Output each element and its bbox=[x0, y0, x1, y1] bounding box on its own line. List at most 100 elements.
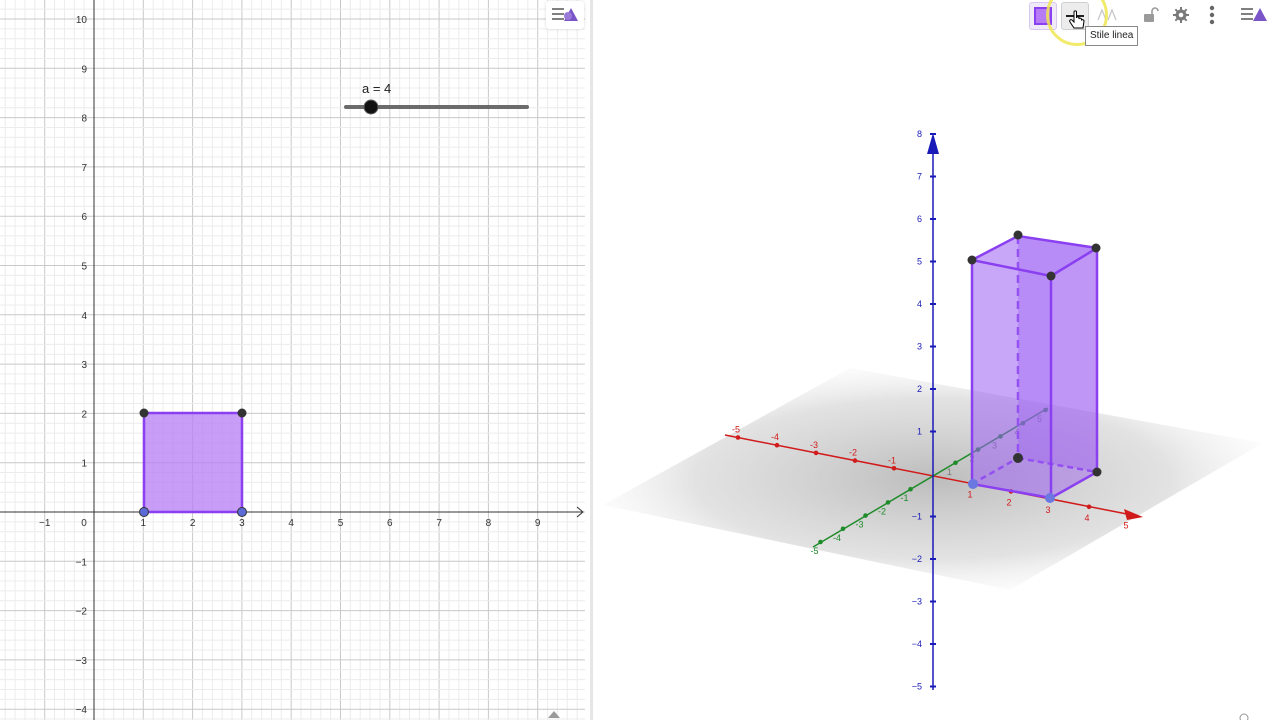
y-tick-label: 1 bbox=[81, 459, 87, 470]
graphics-3d-canvas[interactable]: 8 7 6 5 4 3 2 1 −1 −2 −3 −4 −5 -5 -4 -3 -2 -1 1 2 3 4 5 -5 -4 -… bbox=[593, 0, 1280, 720]
point-c[interactable] bbox=[237, 408, 247, 418]
y-tick-label: -1 bbox=[900, 493, 908, 503]
stylebar-toggle-icon bbox=[552, 8, 578, 21]
more-menu-button[interactable] bbox=[1199, 2, 1225, 28]
x-tick-label: -2 bbox=[849, 448, 857, 458]
z-tick-label: 5 bbox=[917, 257, 922, 267]
x-tick-label: 4 bbox=[1084, 513, 1089, 523]
y-tick-mark bbox=[818, 539, 823, 545]
prism-vertex[interactable] bbox=[1013, 230, 1023, 240]
prism-vertex[interactable] bbox=[1046, 271, 1056, 281]
x-tick-label: 3 bbox=[1045, 505, 1050, 515]
z-tick-label: 7 bbox=[917, 172, 922, 182]
y-tick-mark bbox=[885, 500, 891, 505]
x-tick-label: 5 bbox=[1123, 521, 1128, 531]
y-tick-label: 3 bbox=[81, 360, 87, 371]
y-tick-label: -5 bbox=[810, 546, 818, 556]
y-tick-mark bbox=[840, 526, 846, 532]
y-tick-mark bbox=[908, 486, 913, 492]
x-tick-mark bbox=[774, 442, 780, 448]
slider-handle[interactable] bbox=[363, 99, 379, 115]
x-tick-labels: −1 0 1 2 3 4 5 6 7 8 9 bbox=[39, 518, 541, 529]
x-tick-label: 6 bbox=[387, 518, 393, 529]
settings-button[interactable] bbox=[1168, 2, 1194, 28]
settings-icon bbox=[1173, 7, 1189, 23]
graphics-view-3d[interactable]: 8 7 6 5 4 3 2 1 −1 −2 −3 −4 −5 -5 -4 -3 -2 -1 1 2 3 4 5 -5 -4 -… bbox=[593, 0, 1280, 720]
x-tick-label: -4 bbox=[771, 432, 779, 442]
prism-vertex-base[interactable] bbox=[1045, 493, 1055, 503]
lock-icon bbox=[1144, 7, 1159, 22]
hand-cursor-icon bbox=[1069, 10, 1085, 29]
x-tick-mark bbox=[1125, 512, 1131, 517]
y-tick-label: 4 bbox=[81, 311, 87, 322]
lock-button[interactable] bbox=[1137, 2, 1163, 28]
graphics-view-2d[interactable]: −1 0 1 2 3 4 5 6 7 8 9 10 9 8 7 6 5 4 3 2 1 −1 −2 −3 −4 a = 4 bbox=[0, 0, 590, 720]
z-tick-label: 4 bbox=[917, 299, 922, 309]
y-tick-label: −2 bbox=[76, 607, 88, 618]
z-tick-label: −3 bbox=[912, 597, 922, 607]
z-tick-label: 6 bbox=[917, 214, 922, 224]
y-tick-labels: 10 9 8 7 6 5 4 3 2 1 −1 −2 −3 −4 bbox=[76, 15, 88, 716]
x-tick-label: 1 bbox=[967, 490, 972, 500]
stylebar-toggle-3d-button[interactable] bbox=[1236, 2, 1272, 28]
x-tick-mark bbox=[1086, 504, 1092, 510]
x-tick-label: 0 bbox=[81, 518, 87, 529]
square-polygon[interactable] bbox=[142, 411, 244, 514]
x-tick-label: −1 bbox=[39, 518, 51, 529]
x-tick-label: 4 bbox=[288, 518, 294, 529]
more-menu-icon bbox=[1209, 5, 1215, 25]
point-d[interactable] bbox=[139, 408, 149, 418]
y-tick-label: 2 bbox=[81, 409, 87, 420]
x-tick-label: 3 bbox=[239, 518, 245, 529]
prism-vertex[interactable] bbox=[1092, 467, 1102, 477]
tooltip: Stile linea bbox=[1085, 26, 1139, 46]
view-collapse-icon[interactable] bbox=[548, 711, 560, 718]
y-tick-label: 9 bbox=[81, 64, 87, 75]
x-tick-mark bbox=[891, 466, 897, 471]
x-tick-mark bbox=[813, 450, 819, 456]
x-tick-mark bbox=[735, 435, 741, 440]
x-tick-label: -1 bbox=[888, 455, 896, 465]
x-tick-label: 5 bbox=[338, 518, 344, 529]
prism-vertex-base[interactable] bbox=[968, 479, 978, 489]
prism-vertex[interactable] bbox=[1091, 243, 1101, 253]
point-a[interactable] bbox=[139, 507, 149, 517]
z-tick-label: 1 bbox=[917, 427, 922, 437]
x-tick-label: -3 bbox=[810, 440, 818, 450]
y-tick-mark bbox=[863, 513, 868, 518]
prism[interactable] bbox=[967, 230, 1102, 504]
y-tick-label: 1 bbox=[947, 467, 952, 477]
y-tick-label: -3 bbox=[855, 520, 863, 530]
z-tick-label: −5 bbox=[912, 682, 922, 692]
y-tick-label: −4 bbox=[76, 705, 88, 716]
prism-vertex[interactable] bbox=[967, 255, 977, 265]
graphics-2d-canvas[interactable]: −1 0 1 2 3 4 5 6 7 8 9 10 9 8 7 6 5 4 3 2 1 −1 −2 −3 −4 a = 4 bbox=[0, 0, 590, 720]
y-tick-label: −1 bbox=[76, 557, 88, 568]
z-tick-label: −1 bbox=[912, 512, 922, 522]
prism-vertex[interactable] bbox=[1013, 453, 1023, 463]
zoom-icon[interactable] bbox=[1239, 713, 1249, 720]
y-tick-mark bbox=[953, 460, 958, 466]
prism-front-face bbox=[972, 260, 1051, 498]
y-tick-label: 8 bbox=[81, 114, 87, 125]
x-tick-label: 1 bbox=[141, 518, 147, 529]
y-tick-label: -4 bbox=[833, 533, 841, 543]
y-tick-label: 10 bbox=[76, 15, 88, 26]
y-tick-label: −3 bbox=[76, 656, 88, 667]
z-tick-label: 2 bbox=[917, 384, 922, 394]
y-tick-label: 6 bbox=[81, 212, 87, 223]
z-tick-label: 3 bbox=[917, 342, 922, 352]
z-tick-label: −4 bbox=[912, 639, 922, 649]
z-tick-label: 8 bbox=[917, 129, 922, 139]
x-tick-label: -5 bbox=[732, 425, 740, 435]
prism-side-face bbox=[1051, 248, 1097, 498]
x-tick-mark bbox=[852, 458, 858, 463]
y-tick-label: 5 bbox=[81, 262, 87, 273]
point-b[interactable] bbox=[237, 507, 247, 517]
z-tick-label: −2 bbox=[912, 554, 922, 564]
stylebar-toggle-2d-button[interactable] bbox=[546, 1, 584, 29]
x-tick-label: 2 bbox=[190, 518, 196, 529]
x-tick-label: 7 bbox=[436, 518, 442, 529]
y-tick-label: 7 bbox=[81, 163, 87, 174]
x-tick-label: 9 bbox=[535, 518, 541, 529]
